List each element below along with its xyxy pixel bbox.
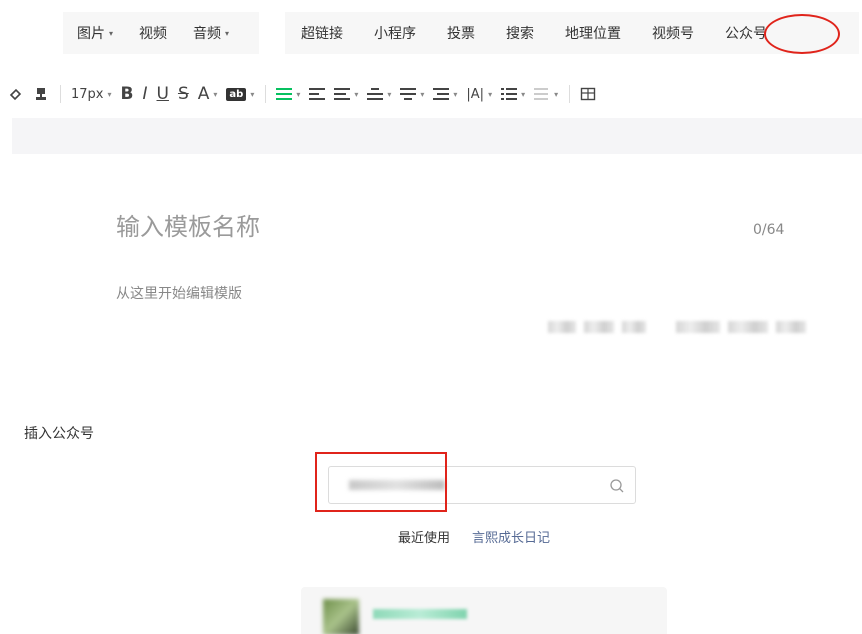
insert-official-account-label: 插入公众号 (24, 426, 94, 442)
search-icon[interactable] (609, 478, 625, 494)
strikethrough-button[interactable]: S (178, 80, 189, 108)
bold-button[interactable]: B (121, 80, 134, 108)
title-char-count: 0/64 (753, 222, 785, 238)
letter-spacing-glyph: |A| (466, 86, 485, 102)
block-style-button[interactable]: ▾ (534, 80, 558, 108)
menu-item-video[interactable]: 视频 (139, 23, 167, 43)
font-size-value: 17px (71, 86, 104, 102)
menu-item-hyperlink[interactable]: 超链接 (301, 23, 343, 43)
underline-button[interactable]: U (157, 80, 169, 108)
insert-menu-extras: 超链接 小程序 投票 搜索 地理位置 视频号 公众号 (285, 12, 859, 54)
toolbar-divider (60, 85, 61, 103)
search-result-card[interactable] (301, 587, 667, 634)
menu-item-channels[interactable]: 视频号 (652, 23, 694, 43)
eraser-icon[interactable] (8, 80, 24, 108)
recent-accounts-row: 最近使用 言熙成长日记 (398, 527, 550, 546)
blurred-account-name (373, 609, 467, 619)
italic-glyph: I (142, 84, 148, 104)
toolbar-divider (569, 85, 571, 103)
menu-item-location[interactable]: 地理位置 (565, 23, 621, 43)
table-icon (580, 87, 596, 101)
official-account-search-box[interactable] (328, 466, 636, 504)
list-icon (501, 87, 518, 101)
font-color-button[interactable]: A ▾ (198, 80, 218, 108)
chevron-down-icon: ▾ (250, 89, 255, 99)
menu-item-image[interactable]: 图片 ▾ (77, 23, 113, 43)
recent-account-link[interactable]: 言熙成长日记 (472, 527, 550, 546)
chevron-down-icon: ▾ (521, 89, 526, 99)
spacing-before-icon (334, 87, 351, 101)
font-size-select[interactable]: 17px ▾ (71, 80, 112, 108)
menu-item-official-account[interactable]: 公众号 (725, 23, 767, 43)
avatar (323, 599, 359, 634)
chevron-down-icon: ▾ (354, 89, 359, 99)
underline-glyph: U (156, 84, 169, 104)
letter-spacing-button[interactable]: |A| ▾ (466, 80, 492, 108)
chevron-down-icon: ▾ (296, 89, 301, 99)
chevron-down-icon: ▾ (488, 89, 493, 99)
list-button[interactable]: ▾ (501, 80, 525, 108)
chevron-down-icon: ▾ (387, 89, 392, 99)
strike-glyph: S (177, 84, 189, 104)
italic-button[interactable]: I (142, 80, 147, 108)
indent-button[interactable] (309, 80, 326, 108)
menu-item-mini-program[interactable]: 小程序 (374, 23, 416, 43)
blurred-search-query (349, 480, 445, 490)
menu-item-audio-label: 音频 (193, 26, 222, 42)
template-name-input[interactable] (116, 213, 676, 241)
format-toolbar: 17px ▾ B I U S A ▾ ab ▾ ▾ ▾ ▾ ▾ ▾ |A| ▾ … (0, 72, 862, 116)
line-spacing-button[interactable]: ▾ (400, 80, 424, 108)
background-color-glyph: ab (226, 87, 247, 101)
block-style-icon (534, 87, 550, 101)
chevron-down-icon: ▾ (420, 89, 425, 99)
paragraph-indent-icon (433, 87, 450, 101)
menu-item-video-label: 视频 (139, 26, 168, 42)
menu-item-audio[interactable]: 音频 ▾ (193, 23, 229, 43)
toolbar-underlay (12, 118, 862, 154)
menu-item-image-label: 图片 (77, 26, 105, 42)
paragraph-indent-button[interactable]: ▾ (433, 80, 457, 108)
chevron-down-icon: ▾ (107, 89, 112, 99)
menu-item-vote[interactable]: 投票 (447, 23, 475, 43)
insert-menu-media: 图片 ▾ 视频 音频 ▾ (63, 12, 259, 54)
bold-glyph: B (120, 84, 134, 104)
chevron-down-icon: ▾ (213, 89, 218, 99)
chevron-down-icon: ▾ (109, 28, 114, 38)
spacing-after-button[interactable]: ▾ (367, 80, 391, 108)
background-color-button[interactable]: ab ▾ (226, 80, 254, 108)
table-button[interactable] (580, 80, 596, 108)
recent-label: 最近使用 (398, 531, 451, 546)
toolbar-divider (265, 85, 267, 103)
chevron-down-icon: ▾ (225, 28, 230, 38)
align-left-icon (276, 87, 293, 101)
menu-item-search[interactable]: 搜索 (506, 23, 534, 43)
font-color-glyph: A (197, 84, 210, 104)
spacing-after-icon (367, 87, 384, 101)
editor-body-hint[interactable]: 从这里开始编辑模版 (116, 283, 242, 303)
chevron-down-icon: ▾ (554, 89, 559, 99)
indent-icon (309, 87, 326, 101)
blurred-content-line (548, 312, 840, 342)
chevron-down-icon: ▾ (453, 89, 458, 99)
spacing-before-button[interactable]: ▾ (334, 80, 358, 108)
line-spacing-icon (400, 87, 417, 101)
format-painter-icon[interactable] (33, 80, 49, 108)
align-left-button[interactable]: ▾ (276, 80, 300, 108)
